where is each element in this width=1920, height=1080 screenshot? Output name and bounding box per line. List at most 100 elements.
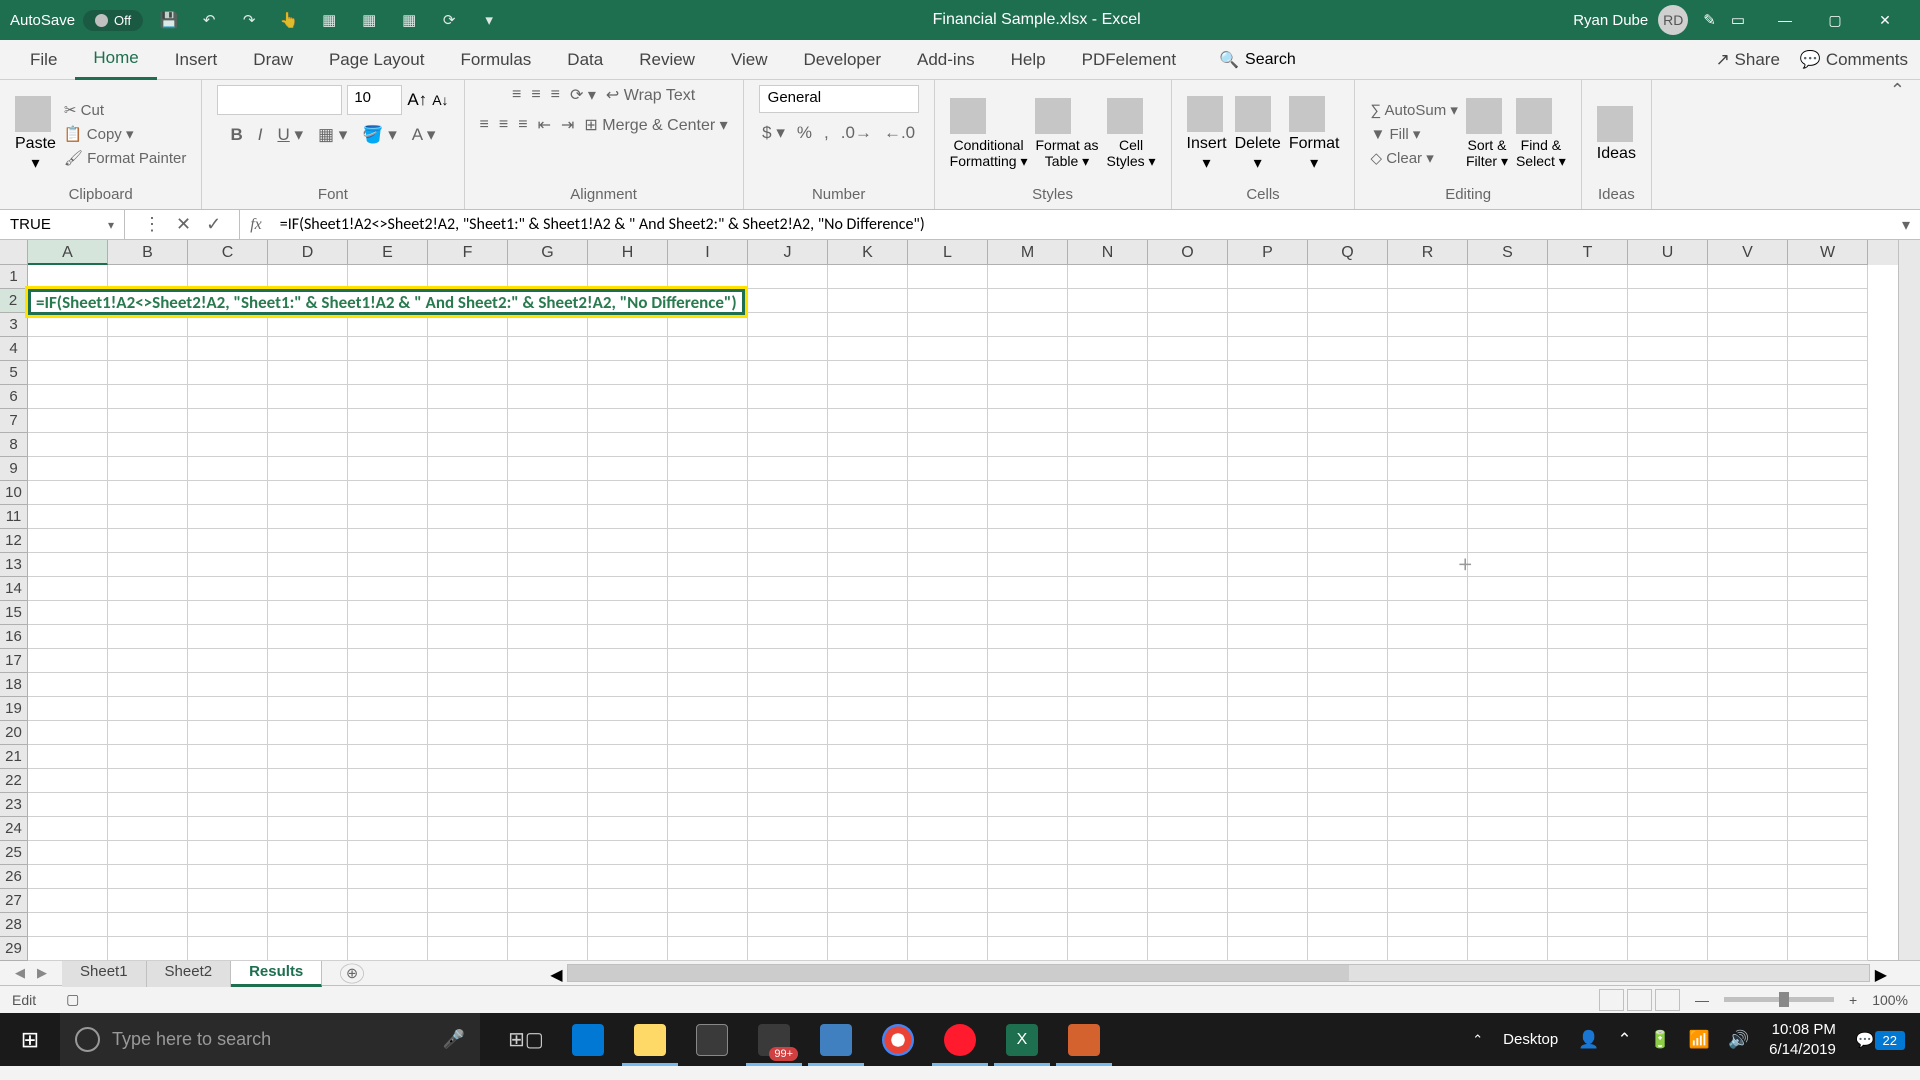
cell[interactable] xyxy=(28,577,108,601)
cell[interactable] xyxy=(668,721,748,745)
cell[interactable] xyxy=(508,865,588,889)
minimize-button[interactable]: — xyxy=(1760,0,1810,40)
cell[interactable] xyxy=(668,625,748,649)
cell[interactable] xyxy=(1068,577,1148,601)
cell[interactable] xyxy=(508,553,588,577)
orientation-icon[interactable]: ⟳ ▾ xyxy=(570,85,596,105)
align-top-icon[interactable]: ≡ xyxy=(512,86,521,104)
cell[interactable] xyxy=(1308,313,1388,337)
cell[interactable] xyxy=(1388,361,1468,385)
cell[interactable] xyxy=(188,745,268,769)
cell[interactable] xyxy=(428,769,508,793)
cell[interactable] xyxy=(1788,433,1868,457)
cell[interactable] xyxy=(1308,457,1388,481)
row-header-1[interactable]: 1 xyxy=(0,265,28,289)
cell[interactable] xyxy=(668,913,748,937)
cell[interactable] xyxy=(108,553,188,577)
cell[interactable] xyxy=(908,409,988,433)
cell[interactable] xyxy=(28,409,108,433)
cell[interactable] xyxy=(188,625,268,649)
cell[interactable] xyxy=(588,697,668,721)
name-box-dropdown-icon[interactable]: ▾ xyxy=(108,218,114,232)
scroll-left-icon[interactable]: ◀ xyxy=(550,965,562,985)
cell[interactable] xyxy=(428,577,508,601)
align-right-icon[interactable]: ≡ xyxy=(518,116,527,134)
cell[interactable] xyxy=(348,361,428,385)
ribbon-display-icon[interactable]: ✎ xyxy=(1703,11,1716,29)
cell[interactable] xyxy=(988,361,1068,385)
col-header-O[interactable]: O xyxy=(1148,240,1228,265)
cell[interactable] xyxy=(668,457,748,481)
cell[interactable] xyxy=(1308,865,1388,889)
increase-indent-icon[interactable]: ⇥ xyxy=(561,115,574,135)
increase-font-icon[interactable]: A↑ xyxy=(407,90,427,110)
refresh-icon[interactable]: ⟳ xyxy=(438,9,460,31)
close-button[interactable]: ✕ xyxy=(1860,0,1910,40)
cell[interactable] xyxy=(1548,889,1628,913)
tab-data[interactable]: Data xyxy=(549,40,621,80)
cell[interactable] xyxy=(268,481,348,505)
cell[interactable] xyxy=(1548,769,1628,793)
font-size-input[interactable]: 10 xyxy=(347,85,402,115)
cell[interactable] xyxy=(1068,913,1148,937)
cell[interactable] xyxy=(988,457,1068,481)
cell[interactable] xyxy=(1788,577,1868,601)
cell[interactable] xyxy=(1548,793,1628,817)
vertical-scrollbar[interactable] xyxy=(1898,240,1920,960)
cell[interactable] xyxy=(428,457,508,481)
cell[interactable] xyxy=(668,361,748,385)
cell[interactable] xyxy=(1068,697,1148,721)
cell[interactable] xyxy=(28,673,108,697)
cell[interactable] xyxy=(988,289,1068,313)
cell[interactable] xyxy=(1628,313,1708,337)
cell[interactable] xyxy=(28,841,108,865)
cell[interactable] xyxy=(28,481,108,505)
cell[interactable] xyxy=(1388,577,1468,601)
cell[interactable] xyxy=(1308,337,1388,361)
cell[interactable] xyxy=(908,505,988,529)
row-header-7[interactable]: 7 xyxy=(0,409,28,433)
cell[interactable] xyxy=(428,409,508,433)
cell[interactable] xyxy=(1148,409,1228,433)
col-header-V[interactable]: V xyxy=(1708,240,1788,265)
cell[interactable] xyxy=(108,937,188,961)
cell[interactable] xyxy=(1628,649,1708,673)
cell[interactable] xyxy=(668,937,748,961)
cell[interactable] xyxy=(1388,865,1468,889)
cell[interactable] xyxy=(188,385,268,409)
cell[interactable] xyxy=(908,433,988,457)
cell[interactable] xyxy=(108,745,188,769)
cell[interactable] xyxy=(348,577,428,601)
cell[interactable] xyxy=(1228,793,1308,817)
tab-review[interactable]: Review xyxy=(621,40,713,80)
cell[interactable] xyxy=(1388,673,1468,697)
cell[interactable] xyxy=(1388,385,1468,409)
decrease-indent-icon[interactable]: ⇤ xyxy=(538,115,551,135)
cell[interactable] xyxy=(428,433,508,457)
cell[interactable] xyxy=(1148,937,1228,961)
cell[interactable] xyxy=(28,769,108,793)
cell[interactable] xyxy=(1068,649,1148,673)
cell[interactable] xyxy=(1628,289,1708,313)
row-header-8[interactable]: 8 xyxy=(0,433,28,457)
taskbar-explorer[interactable] xyxy=(619,1013,681,1066)
cell[interactable] xyxy=(1708,793,1788,817)
cell[interactable] xyxy=(348,313,428,337)
cell[interactable] xyxy=(508,505,588,529)
redo-icon[interactable]: ↷ xyxy=(238,9,260,31)
cell[interactable] xyxy=(188,841,268,865)
row-header-17[interactable]: 17 xyxy=(0,649,28,673)
cell[interactable] xyxy=(1628,721,1708,745)
cell[interactable] xyxy=(108,697,188,721)
cell[interactable] xyxy=(28,937,108,961)
cell[interactable] xyxy=(828,337,908,361)
cell[interactable] xyxy=(508,601,588,625)
cell[interactable] xyxy=(348,625,428,649)
col-header-K[interactable]: K xyxy=(828,240,908,265)
cell[interactable] xyxy=(428,889,508,913)
cell[interactable] xyxy=(748,697,828,721)
tab-addins[interactable]: Add-ins xyxy=(899,40,993,80)
cell[interactable] xyxy=(908,289,988,313)
cell[interactable] xyxy=(28,337,108,361)
cell[interactable] xyxy=(828,265,908,289)
